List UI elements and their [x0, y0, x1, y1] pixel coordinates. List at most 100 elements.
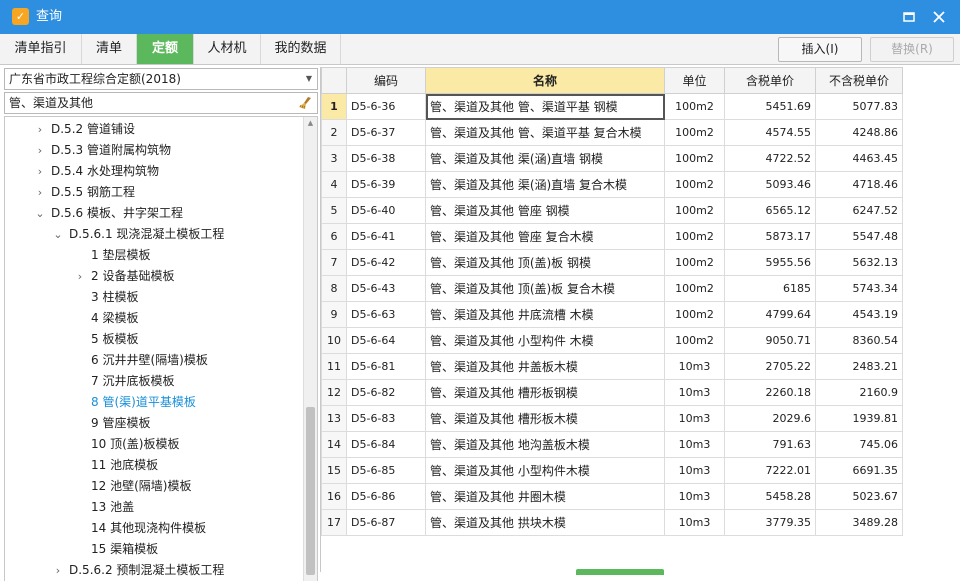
row-number[interactable]: 4	[321, 171, 347, 198]
table-row[interactable]: 10 D5-6-64 管、渠道及其他 小型构件 木模 100m2 9050.71 8360…	[321, 327, 903, 354]
collapse-handle[interactable]	[576, 569, 664, 575]
tab-labor-material-machine[interactable]: 人材机	[194, 34, 261, 64]
cell-name[interactable]: 管、渠道及其他 管、渠道平基 钢模	[425, 93, 665, 120]
cell-price-notax[interactable]: 5547.48	[815, 223, 903, 250]
cell-unit[interactable]: 100m2	[664, 249, 725, 276]
cell-code[interactable]: D5-6-64	[346, 327, 426, 354]
row-number[interactable]: 14	[321, 431, 347, 458]
cell-code[interactable]: D5-6-82	[346, 379, 426, 406]
cell-code[interactable]: D5-6-84	[346, 431, 426, 458]
col-header-price-tax[interactable]: 含税单价	[724, 67, 816, 94]
cell-name[interactable]: 管、渠道及其他 地沟盖板木模	[425, 431, 665, 458]
cell-price-tax[interactable]: 791.63	[724, 431, 816, 458]
cell-price-tax[interactable]: 7222.01	[724, 457, 816, 484]
chevron-right-icon[interactable]: ›	[35, 140, 45, 161]
cell-price-tax[interactable]: 4574.55	[724, 119, 816, 146]
table-row[interactable]: 8 D5-6-43 管、渠道及其他 顶(盖)板 复合木模 100m2 6185 5743.…	[321, 275, 903, 302]
cell-price-notax[interactable]: 6247.52	[815, 197, 903, 224]
cell-name[interactable]: 管、渠道及其他 拱块木模	[425, 509, 665, 536]
row-number[interactable]: 7	[321, 249, 347, 276]
row-number[interactable]: 5	[321, 197, 347, 224]
tree-scrollbar[interactable]: ▲	[303, 117, 317, 581]
row-number[interactable]: 10	[321, 327, 347, 354]
table-row[interactable]: 6 D5-6-41 管、渠道及其他 管座 复合木模 100m2 5873.17 5547.…	[321, 223, 903, 250]
cell-price-notax[interactable]: 1939.81	[815, 405, 903, 432]
cell-code[interactable]: D5-6-42	[346, 249, 426, 276]
table-row[interactable]: 1 D5-6-36 管、渠道及其他 管、渠道平基 钢模 100m2 5451.69 507…	[321, 93, 903, 120]
cell-code[interactable]: D5-6-81	[346, 353, 426, 380]
tab-my-data[interactable]: 我的数据	[261, 34, 341, 64]
table-row[interactable]: 12 D5-6-82 管、渠道及其他 槽形板钢模 10m3 2260.18 2160.9	[321, 379, 903, 406]
cell-price-tax[interactable]: 5458.28	[724, 483, 816, 510]
cell-code[interactable]: D5-6-86	[346, 483, 426, 510]
cell-price-tax[interactable]: 6565.12	[724, 197, 816, 224]
cell-unit[interactable]: 10m3	[664, 431, 725, 458]
cell-code[interactable]: D5-6-63	[346, 301, 426, 328]
cell-code[interactable]: D5-6-36	[346, 93, 426, 120]
cell-price-notax[interactable]: 4463.45	[815, 145, 903, 172]
cell-price-notax[interactable]: 8360.54	[815, 327, 903, 354]
cell-price-notax[interactable]: 2483.21	[815, 353, 903, 380]
cell-unit[interactable]: 10m3	[664, 457, 725, 484]
insert-button[interactable]: 插入(I)	[778, 37, 862, 62]
cell-price-tax[interactable]: 6185	[724, 275, 816, 302]
col-header-unit[interactable]: 单位	[664, 67, 725, 94]
cell-code[interactable]: D5-6-41	[346, 223, 426, 250]
cell-name[interactable]: 管、渠道及其他 顶(盖)板 复合木模	[425, 275, 665, 302]
cell-code[interactable]: D5-6-85	[346, 457, 426, 484]
cell-name[interactable]: 管、渠道及其他 小型构件 木模	[425, 327, 665, 354]
cell-price-tax[interactable]: 5873.17	[724, 223, 816, 250]
cell-name[interactable]: 管、渠道及其他 槽形板钢模	[425, 379, 665, 406]
table-row[interactable]: 2 D5-6-37 管、渠道及其他 管、渠道平基 复合木模 100m2 4574.55 4…	[321, 119, 903, 146]
search-input[interactable]: 管、渠道及其他	[4, 92, 318, 114]
cell-price-tax[interactable]: 5955.56	[724, 249, 816, 276]
cell-name[interactable]: 管、渠道及其他 井盖板木模	[425, 353, 665, 380]
cell-name[interactable]: 管、渠道及其他 渠(涵)直墙 复合木模	[425, 171, 665, 198]
tab-quota[interactable]: 定额	[137, 34, 194, 64]
cell-price-notax[interactable]: 4543.19	[815, 301, 903, 328]
cell-price-tax[interactable]: 2029.6	[724, 405, 816, 432]
cell-name[interactable]: 管、渠道及其他 管、渠道平基 复合木模	[425, 119, 665, 146]
row-number[interactable]: 12	[321, 379, 347, 406]
cell-price-notax[interactable]: 5632.13	[815, 249, 903, 276]
cell-name[interactable]: 管、渠道及其他 槽形板木模	[425, 405, 665, 432]
table-row[interactable]: 7 D5-6-42 管、渠道及其他 顶(盖)板 钢模 100m2 5955.56 5632…	[321, 249, 903, 276]
chevron-down-icon[interactable]: ⌄	[35, 203, 45, 224]
cell-price-tax[interactable]: 2705.22	[724, 353, 816, 380]
row-number[interactable]: 6	[321, 223, 347, 250]
table-row[interactable]: 5 D5-6-40 管、渠道及其他 管座 钢模 100m2 6565.12 6247.52	[321, 197, 903, 224]
cell-unit[interactable]: 100m2	[664, 197, 725, 224]
cell-code[interactable]: D5-6-39	[346, 171, 426, 198]
close-icon[interactable]	[928, 6, 950, 28]
cell-price-notax[interactable]: 5077.83	[815, 93, 903, 120]
cell-unit[interactable]: 100m2	[664, 93, 725, 120]
cell-code[interactable]: D5-6-37	[346, 119, 426, 146]
cell-price-tax[interactable]: 2260.18	[724, 379, 816, 406]
maximize-icon[interactable]	[898, 6, 920, 28]
table-row[interactable]: 9 D5-6-63 管、渠道及其他 井底流槽 木模 100m2 4799.64 4543.…	[321, 301, 903, 328]
cell-code[interactable]: D5-6-87	[346, 509, 426, 536]
cell-name[interactable]: 管、渠道及其他 小型构件木模	[425, 457, 665, 484]
table-row[interactable]: 17 D5-6-87 管、渠道及其他 拱块木模 10m3 3779.35 3489.28	[321, 509, 903, 536]
chevron-right-icon[interactable]: ›	[35, 182, 45, 203]
cell-price-tax[interactable]: 3779.35	[724, 509, 816, 536]
col-header-name[interactable]: 名称	[425, 67, 665, 94]
row-number[interactable]: 16	[321, 483, 347, 510]
cell-name[interactable]: 管、渠道及其他 井底流槽 木模	[425, 301, 665, 328]
cell-name[interactable]: 管、渠道及其他 顶(盖)板 钢模	[425, 249, 665, 276]
cell-unit[interactable]: 100m2	[664, 327, 725, 354]
cell-name[interactable]: 管、渠道及其他 井圈木模	[425, 483, 665, 510]
cell-unit[interactable]: 10m3	[664, 353, 725, 380]
row-number[interactable]: 3	[321, 145, 347, 172]
cell-name[interactable]: 管、渠道及其他 渠(涵)直墙 钢模	[425, 145, 665, 172]
cell-price-tax[interactable]: 9050.71	[724, 327, 816, 354]
tab-list-guide[interactable]: 清单指引	[0, 34, 82, 64]
cell-unit[interactable]: 100m2	[664, 145, 725, 172]
row-number[interactable]: 1	[321, 93, 347, 120]
table-row[interactable]: 3 D5-6-38 管、渠道及其他 渠(涵)直墙 钢模 100m2 4722.52 446…	[321, 145, 903, 172]
col-header-code[interactable]: 编码	[346, 67, 426, 94]
cell-unit[interactable]: 10m3	[664, 483, 725, 510]
scroll-up-icon[interactable]: ▲	[304, 117, 317, 129]
cell-price-tax[interactable]: 4799.64	[724, 301, 816, 328]
cell-price-tax[interactable]: 5093.46	[724, 171, 816, 198]
